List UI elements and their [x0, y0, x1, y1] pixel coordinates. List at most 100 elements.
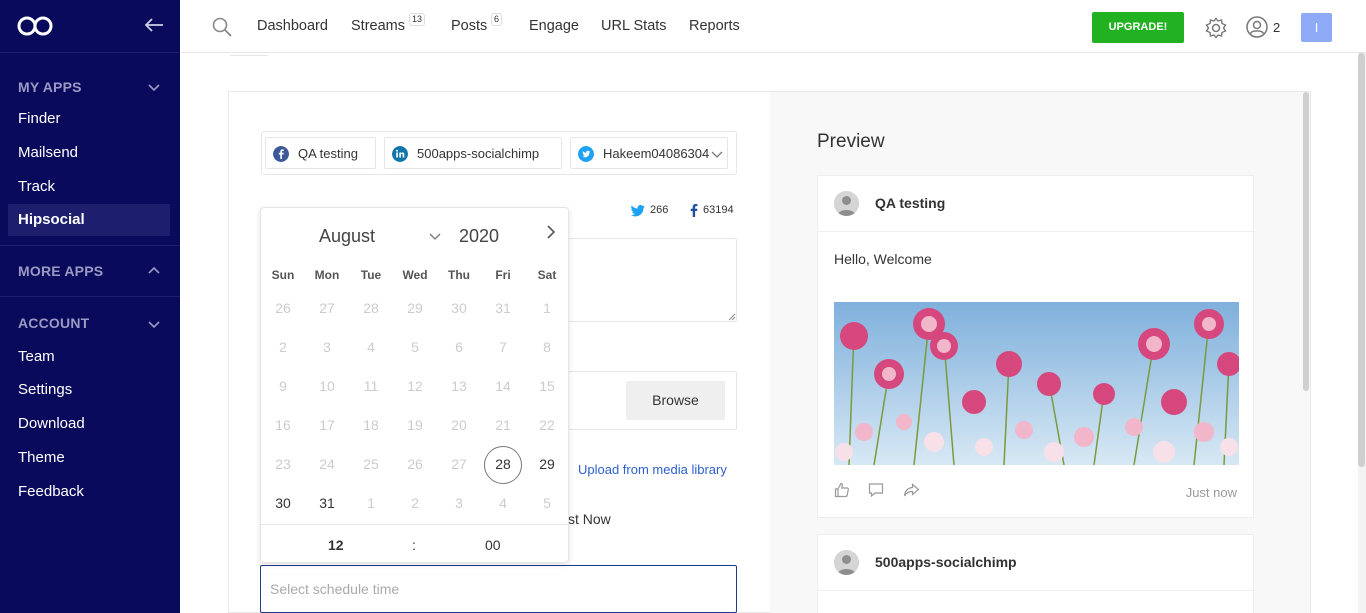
preview-scrollbar[interactable] [1303, 92, 1309, 391]
facebook-count-icon [690, 204, 698, 217]
section-my-apps-label[interactable]: MY APPS [18, 79, 82, 95]
next-month-icon[interactable] [545, 224, 557, 240]
preview-title: Preview [817, 131, 885, 152]
twitter-icon [578, 146, 594, 162]
sidebar-item-team[interactable]: Team [8, 341, 170, 373]
sidebar-item-finder[interactable]: Finder [8, 103, 170, 135]
preview-card: QA testing Hello, Welcome Just now [817, 175, 1254, 518]
calendar-day: 3 [323, 339, 331, 355]
user-icon[interactable] [1246, 16, 1268, 38]
calendar-day: 10 [319, 378, 335, 394]
time-picker: 12 : 00 [261, 524, 568, 563]
nav-engage[interactable]: Engage [529, 18, 579, 34]
nav-url-stats[interactable]: URL Stats [601, 18, 667, 34]
sidebar-item-feedback[interactable]: Feedback [8, 476, 170, 508]
section-account-label[interactable]: ACCOUNT [18, 315, 89, 331]
account-chip-linkedin[interactable]: 500apps-socialchimp [384, 137, 562, 169]
calendar-day: 2 [279, 339, 287, 355]
account-label: QA testing [298, 146, 358, 161]
posts-count-badge: 6 [491, 13, 503, 26]
sidebar-item-track[interactable]: Track [8, 171, 170, 203]
collapse-arrow-icon[interactable] [144, 16, 164, 34]
upgrade-button[interactable]: UPGRADE! [1092, 12, 1184, 43]
calendar-day[interactable]: 29 [525, 446, 569, 482]
calendar-day: 7 [499, 339, 507, 355]
twitter-count-icon [631, 205, 645, 217]
weekday-header: Fri [495, 268, 511, 282]
calendar-day: 14 [495, 378, 511, 394]
avatar[interactable]: I [1301, 13, 1332, 42]
sidebar-header [0, 0, 180, 53]
calendar-day: 17 [319, 417, 335, 433]
calendar-day: 1 [367, 495, 375, 511]
chevron-down-icon[interactable] [711, 148, 723, 160]
calendar-day: 4 [367, 339, 375, 355]
account-label: 500apps-socialchimp [417, 146, 540, 161]
calendar-day: 5 [411, 339, 419, 355]
share-icon[interactable] [903, 482, 920, 498]
post-textarea[interactable] [568, 238, 737, 322]
comment-icon[interactable] [868, 482, 884, 498]
month-select[interactable]: August [319, 226, 375, 247]
calendar-day: 28 [363, 300, 379, 316]
sidebar-item-theme[interactable]: Theme [8, 442, 170, 474]
user-count: 2 [1273, 20, 1281, 35]
calendar-day: 2 [411, 495, 419, 511]
weekday-header: Tue [360, 268, 382, 282]
calendar-day: 27 [319, 300, 335, 316]
account-chip-facebook[interactable]: QA testing [265, 137, 376, 169]
account-chip-twitter[interactable]: Hakeem04086304 [570, 137, 728, 169]
search-icon[interactable] [212, 17, 232, 37]
card-header: 500apps-socialchimp [818, 535, 1253, 591]
twitter-char-count: 266 [650, 204, 669, 216]
weekday-header: Mon [314, 268, 340, 282]
nav-reports[interactable]: Reports [689, 18, 740, 34]
calendar-day[interactable]: 28 [481, 446, 525, 484]
chevron-up-icon[interactable] [148, 265, 160, 277]
weekday-header: Sat [537, 268, 557, 282]
calendar-day[interactable]: 31 [305, 485, 349, 521]
avatar [834, 191, 859, 216]
nav-dashboard[interactable]: Dashboard [257, 18, 328, 34]
sidebar-item-settings[interactable]: Settings [8, 374, 170, 406]
calendar-day: 3 [455, 495, 463, 511]
sidebar-item-hipsocial[interactable]: Hipsocial [8, 204, 170, 236]
nav-streams[interactable]: Streams 13 [351, 13, 426, 34]
chevron-down-icon[interactable] [148, 81, 160, 93]
calendar-day: 18 [363, 417, 379, 433]
sidebar-item-download[interactable]: Download [8, 408, 170, 440]
facebook-char-count: 63194 [703, 204, 734, 216]
year-input[interactable]: 2020 [459, 226, 499, 247]
upload-media-library-link[interactable]: Upload from media library [578, 462, 727, 477]
weekday-header: Wed [402, 268, 428, 282]
chevron-down-icon[interactable] [148, 318, 160, 330]
hour-input[interactable]: 12 [328, 537, 344, 553]
minute-input[interactable]: 00 [485, 537, 501, 553]
sidebar-item-mailsend[interactable]: Mailsend [8, 137, 170, 169]
nav-posts[interactable]: Posts 6 [451, 13, 503, 34]
post-now-option[interactable]: st Now [568, 511, 611, 527]
calendar-day[interactable]: 30 [261, 485, 305, 521]
calendar-day: 16 [275, 417, 291, 433]
calendar-day: 24 [319, 456, 335, 472]
resize-handle-icon[interactable] [728, 313, 736, 321]
calendar-day: 31 [495, 300, 511, 316]
sidebar-divider [0, 296, 180, 297]
gear-icon[interactable] [1205, 17, 1227, 39]
section-more-apps-label[interactable]: MORE APPS [18, 263, 103, 279]
page-scrollbar-thumb[interactable] [1358, 53, 1365, 467]
schedule-time-input[interactable]: Select schedule time [260, 565, 737, 613]
browse-button[interactable]: Browse [626, 381, 725, 420]
preview-card: 500apps-socialchimp [817, 534, 1254, 613]
calendar-day: 30 [451, 300, 467, 316]
flowers-image [834, 302, 1239, 465]
logo-icon[interactable] [17, 15, 53, 37]
chevron-down-icon[interactable] [429, 232, 441, 242]
card-header: QA testing [818, 176, 1253, 232]
weekday-header: Thu [448, 268, 470, 282]
calendar-day: 8 [543, 339, 551, 355]
calendar-day: 27 [451, 456, 467, 472]
calendar-day: 13 [451, 378, 467, 394]
calendar-day: 26 [275, 300, 291, 316]
like-icon[interactable] [834, 482, 850, 498]
